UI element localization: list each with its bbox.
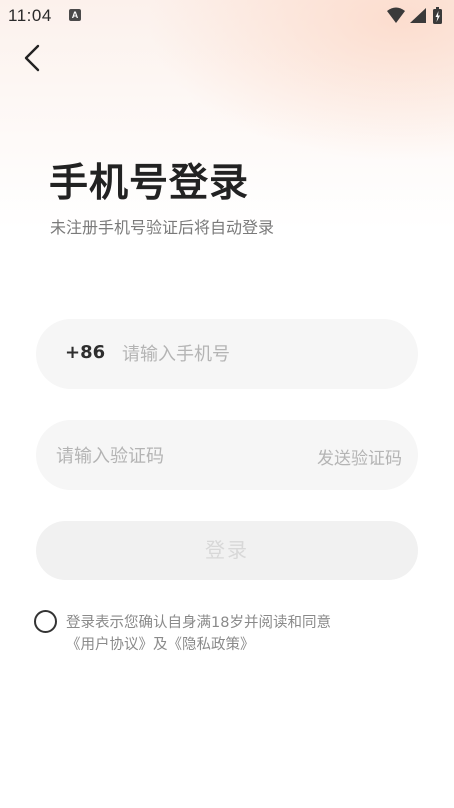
status-time: 11:04 [8,6,52,25]
status-bar: 11:04 A [0,0,454,32]
page-subtitle: 未注册手机号验证后将自动登录 [50,218,275,237]
agreement-text: 登录表示您确认自身满18岁并阅读和同意《用户协议》及《隐私政策》 [66,612,411,656]
privacy-policy-link[interactable]: 《隐私政策》 [168,637,255,653]
status-icons [387,7,442,24]
agreement-prefix: 登录表示您确认自身满18岁并阅读和同意 [66,615,331,631]
code-field[interactable]: 发送验证码 [36,420,418,490]
wifi-icon [387,7,405,23]
back-button[interactable] [16,38,52,78]
phone-input[interactable] [122,339,392,369]
agreement-conjunction: 及 [153,637,168,653]
a-notification-icon: A [69,9,81,21]
chevron-left-icon [24,44,40,72]
verification-code-input[interactable] [56,441,276,471]
country-code[interactable]: +86 [65,342,105,363]
send-code-button[interactable]: 发送验证码 [317,444,402,469]
signal-icon [410,8,426,23]
login-button[interactable]: 登录 [36,521,418,580]
phone-field[interactable]: +86 [36,319,418,389]
page-title: 手机号登录 [49,161,250,206]
background-gradient [0,0,454,808]
battery-charging-icon [433,7,442,24]
agreement-checkbox[interactable] [34,610,57,633]
user-agreement-link[interactable]: 《用户协议》 [66,637,153,653]
